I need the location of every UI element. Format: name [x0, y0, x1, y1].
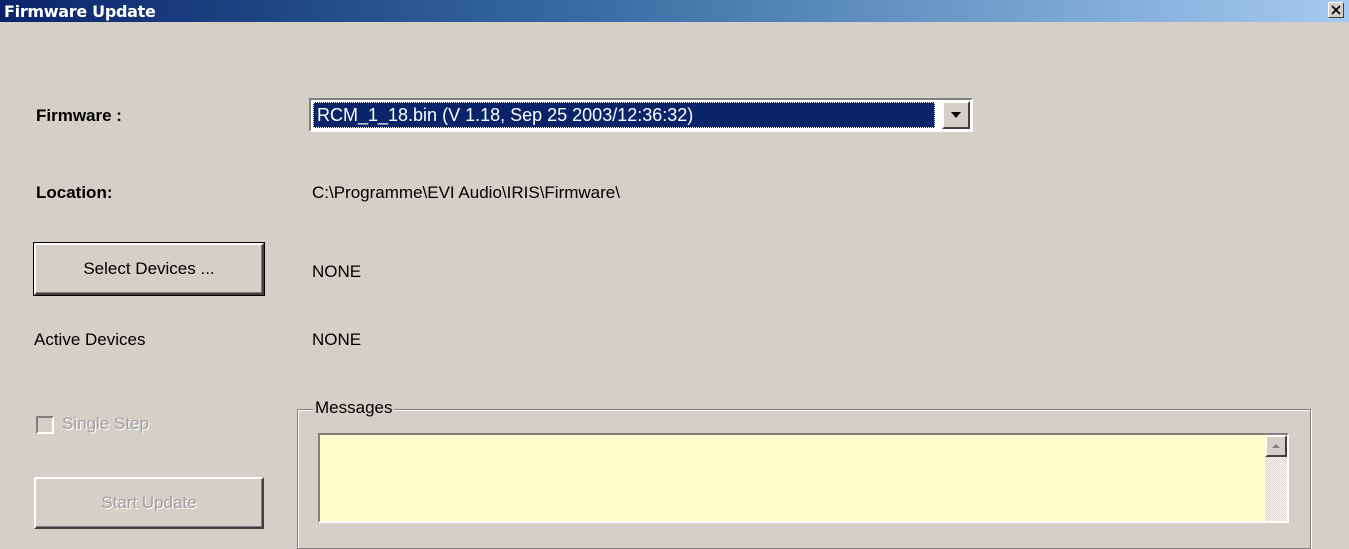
single-step-label: Single Step — [62, 414, 149, 433]
scroll-up-arrow-icon — [1272, 444, 1280, 448]
location-label: Location: — [36, 183, 113, 202]
messages-textarea[interactable] — [318, 433, 1289, 523]
firmware-label: Firmware : — [36, 106, 122, 125]
selected-devices-value: NONE — [312, 262, 362, 281]
firmware-selected-value: RCM_1_18.bin (V 1.18, Sep 25 2003/12:36:… — [313, 102, 935, 128]
active-devices-value: NONE — [312, 330, 362, 349]
location-path: C:\Programme\EVI Audio\IRIS\Firmware\ — [312, 183, 620, 202]
close-button[interactable] — [1328, 2, 1344, 18]
firmware-dropdown[interactable]: RCM_1_18.bin (V 1.18, Sep 25 2003/12:36:… — [309, 98, 973, 132]
window-title: Firmware Update — [4, 2, 156, 21]
select-devices-button[interactable]: Select Devices ... — [33, 242, 265, 296]
chevron-down-icon — [951, 112, 961, 118]
single-step-checkbox[interactable] — [36, 416, 54, 434]
close-icon — [1331, 5, 1341, 15]
active-devices-label: Active Devices — [34, 330, 146, 349]
start-update-button[interactable]: Start Update — [34, 477, 264, 529]
dropdown-button[interactable] — [942, 101, 970, 129]
messages-group-label: Messages — [313, 398, 395, 418]
title-bar[interactable]: Firmware Update — [0, 0, 1349, 22]
messages-scrollbar[interactable] — [1265, 435, 1287, 521]
scroll-up-button[interactable] — [1265, 435, 1287, 457]
